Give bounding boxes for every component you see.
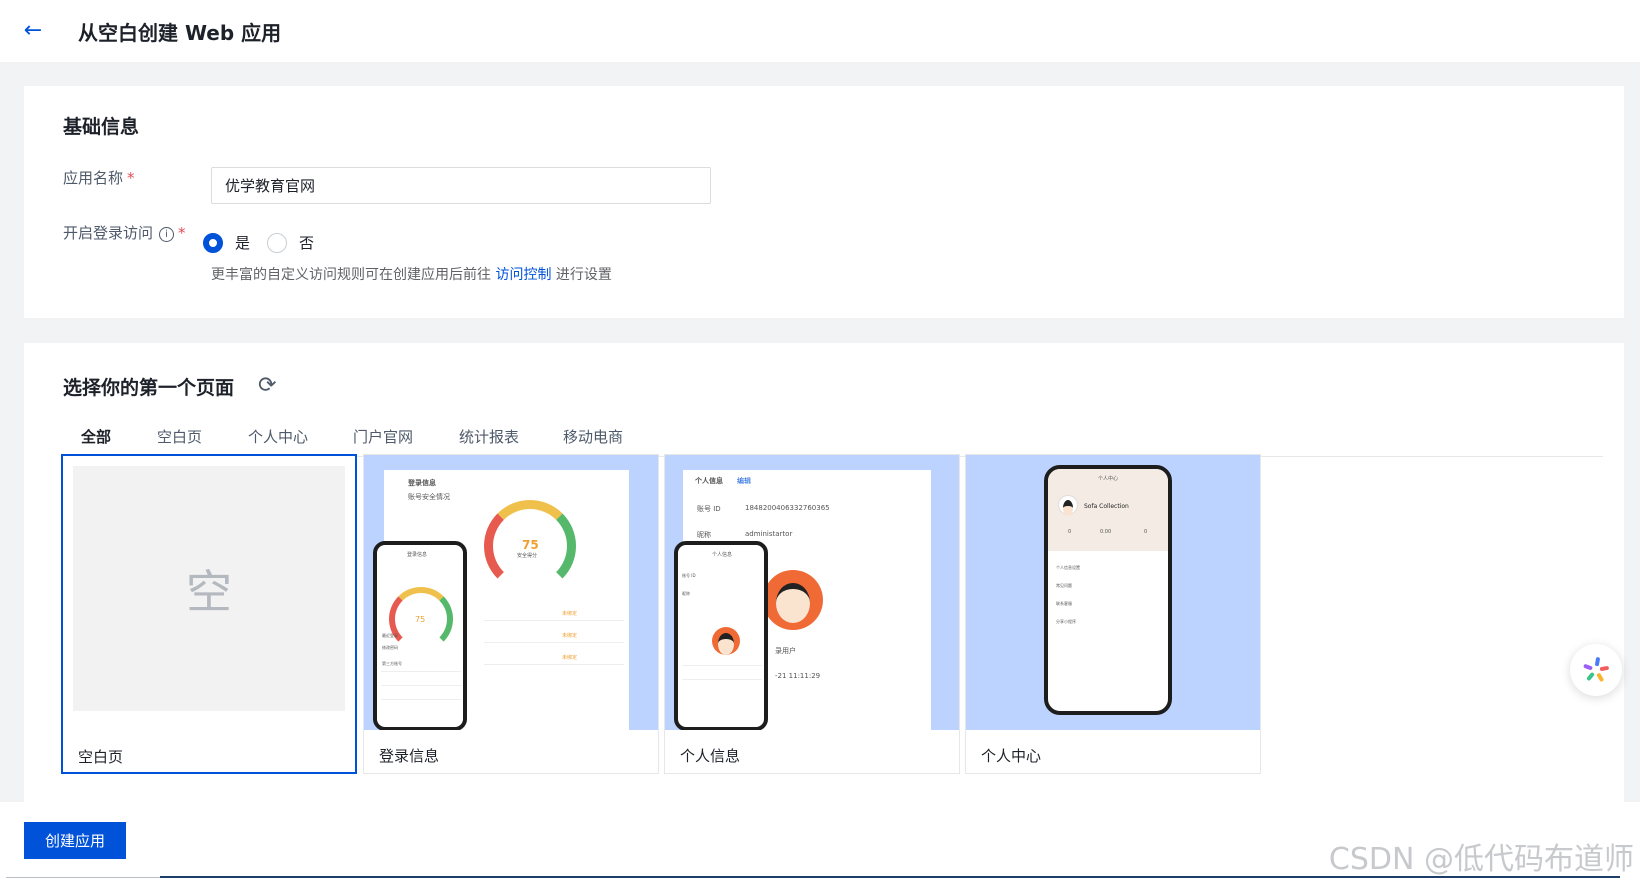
create-app-button[interactable]: 创建应用 bbox=[24, 822, 126, 859]
thumb-text: -21 11:11:29 bbox=[775, 672, 821, 680]
thumb-text: 0.00 bbox=[1100, 529, 1112, 535]
thumb-text: 未绑定 bbox=[562, 633, 578, 639]
thumb-text: 第三方账号 bbox=[382, 661, 402, 666]
thumb-text: administartor bbox=[745, 530, 793, 538]
app-name-input[interactable] bbox=[211, 167, 711, 204]
thumb-divider bbox=[381, 699, 461, 700]
watermark: CSDN @低代码布道师 bbox=[1328, 842, 1634, 877]
thumb-text: 登录信息 bbox=[407, 552, 428, 558]
template-name: 个人信息 bbox=[680, 747, 741, 765]
radio-yes[interactable]: 是 bbox=[203, 232, 250, 253]
template-card-blank[interactable]: 空 空白页 bbox=[61, 454, 357, 774]
thumb-text: 未绑定 bbox=[562, 655, 578, 661]
tab-personal-center[interactable]: 个人中心 bbox=[248, 426, 308, 447]
template-name: 空白页 bbox=[78, 748, 124, 766]
thumb-text: 联系客服 bbox=[1056, 601, 1072, 606]
thumb-text: Sofa Collection bbox=[1084, 503, 1129, 510]
template-thumb: 登录信息 账号安全情况 75 安全得分 未绑定 未绑定 未绑定 登录信息 75 … bbox=[364, 455, 658, 730]
app-name-label: 应用名称 * bbox=[63, 167, 135, 188]
thumb-text: 0 bbox=[1068, 529, 1072, 535]
required-mark: * bbox=[178, 224, 186, 242]
thumb-divider bbox=[682, 665, 762, 666]
arrow-left-icon[interactable]: ← bbox=[18, 16, 48, 46]
refresh-icon[interactable]: ⟳ bbox=[258, 373, 276, 398]
template-name: 个人中心 bbox=[981, 747, 1042, 765]
thumb-text: 个人信息设置 bbox=[1056, 565, 1080, 570]
thumb-phone: 个人信息 账号 ID 昵称 bbox=[674, 541, 768, 730]
footer-divider bbox=[6, 877, 160, 878]
radio-no-label: 否 bbox=[299, 234, 315, 252]
avatar bbox=[763, 570, 823, 630]
info-icon[interactable]: i bbox=[159, 227, 175, 242]
template-card-center[interactable]: 个人中心 Sofa Collection 0 0.00 0 个人信息设置 常见问… bbox=[965, 454, 1261, 774]
top-bar: ← 从空白创建 Web 应用 bbox=[0, 0, 1640, 62]
login-access-label: 开启登录访问 i * bbox=[63, 222, 186, 243]
thumb-text: 账号安全情况 bbox=[408, 493, 450, 501]
template-thumb: 空 bbox=[63, 456, 355, 731]
thumb-divider bbox=[381, 671, 461, 672]
thumb-text: 编辑 bbox=[737, 477, 751, 485]
thumb-text: 1848200406332760365 bbox=[745, 504, 830, 512]
login-hint: 更丰富的自定义访问规则可在创建应用后前往 访问控制 进行设置 bbox=[211, 264, 612, 284]
thumb-text: 录用户 bbox=[775, 647, 796, 655]
thumb-divider bbox=[682, 679, 762, 680]
template-thumb: 个人信息 编辑 账号 ID 1848200406332760365 昵称 adm… bbox=[665, 455, 959, 730]
thumb-divider bbox=[381, 685, 461, 686]
tab-reports[interactable]: 统计报表 bbox=[459, 426, 519, 447]
thumb-phone: 登录信息 75 最近登录 修改密码 第三方账号 bbox=[373, 541, 467, 730]
tab-portal[interactable]: 门户官网 bbox=[353, 426, 413, 447]
template-name: 登录信息 bbox=[379, 747, 440, 765]
assistant-logo-icon[interactable] bbox=[1570, 644, 1622, 696]
hint-suffix: 进行设置 bbox=[555, 267, 612, 283]
radio-checked-icon bbox=[203, 232, 223, 253]
radio-unchecked-icon bbox=[267, 232, 287, 253]
thumb-text: 个人信息 bbox=[712, 552, 733, 558]
thumb-text: 分享小程序 bbox=[1056, 619, 1076, 624]
thumb-text: 未绑定 bbox=[562, 611, 578, 617]
thumb-text: 登录信息 bbox=[408, 479, 436, 487]
thumb-phone: 个人中心 Sofa Collection 0 0.00 0 个人信息设置 常见问… bbox=[1044, 465, 1172, 715]
blank-placeholder: 空 bbox=[73, 466, 345, 711]
basic-info-card: 基础信息 应用名称* 开启登录访问i* 是 否 更丰富的自定义访问规则可在创建应… bbox=[24, 86, 1624, 318]
template-card-profile[interactable]: 个人信息 编辑 账号 ID 1848200406332760365 昵称 adm… bbox=[664, 454, 960, 774]
thumb-divider bbox=[484, 620, 624, 621]
thumb-text: 个人信息 bbox=[695, 477, 723, 485]
radio-yes-label: 是 bbox=[235, 234, 251, 252]
gauge-value: 75 bbox=[415, 615, 426, 624]
radio-no[interactable]: 否 bbox=[267, 232, 314, 253]
login-access-label-text: 开启登录访问 bbox=[63, 224, 154, 242]
avatar bbox=[1058, 495, 1078, 517]
thumb-text: 最近登录 bbox=[382, 633, 398, 638]
template-tabs: 全部 空白页 个人中心 门户官网 统计报表 移动电商 bbox=[63, 413, 1603, 457]
access-control-link[interactable]: 访问控制 bbox=[495, 267, 551, 283]
template-thumb: 个人中心 Sofa Collection 0 0.00 0 个人信息设置 常见问… bbox=[966, 455, 1260, 730]
thumb-divider bbox=[484, 642, 624, 643]
tab-blank[interactable]: 空白页 bbox=[157, 426, 202, 447]
section-title-basic: 基础信息 bbox=[63, 116, 140, 138]
app-name-label-text: 应用名称 bbox=[63, 169, 124, 187]
thumb-text: 昵称 bbox=[697, 531, 711, 539]
thumb-text: 昵称 bbox=[682, 591, 690, 596]
hint-prefix: 更丰富的自定义访问规则可在创建应用后前往 bbox=[211, 267, 491, 283]
thumb-text: 账号 ID bbox=[682, 573, 696, 578]
thumb-text: 账号 ID bbox=[697, 505, 721, 513]
gauge-value: 75 bbox=[522, 538, 539, 552]
template-card-login[interactable]: 登录信息 账号安全情况 75 安全得分 未绑定 未绑定 未绑定 登录信息 75 … bbox=[363, 454, 659, 774]
tab-all[interactable]: 全部 bbox=[81, 426, 111, 447]
thumb-text: 个人中心 bbox=[1098, 476, 1119, 482]
thumb-text: 常见问题 bbox=[1056, 583, 1072, 588]
page-select-card: 选择你的第一个页面 ⟳ 全部 空白页 个人中心 门户官网 统计报表 移动电商 空… bbox=[24, 343, 1624, 803]
thumb-divider bbox=[484, 664, 624, 665]
footer-divider bbox=[160, 876, 1620, 878]
avatar bbox=[712, 627, 740, 655]
page-title: 从空白创建 Web 应用 bbox=[78, 21, 282, 45]
required-mark: * bbox=[127, 169, 135, 187]
gauge-label: 安全得分 bbox=[517, 553, 538, 559]
footer-bar: 创建应用 CSDN @低代码布道师 bbox=[0, 802, 1640, 880]
tab-mobile-commerce[interactable]: 移动电商 bbox=[563, 426, 623, 447]
section-title-pages: 选择你的第一个页面 bbox=[63, 377, 235, 399]
thumb-text: 修改密码 bbox=[382, 645, 398, 650]
thumb-text: 0 bbox=[1144, 529, 1148, 535]
